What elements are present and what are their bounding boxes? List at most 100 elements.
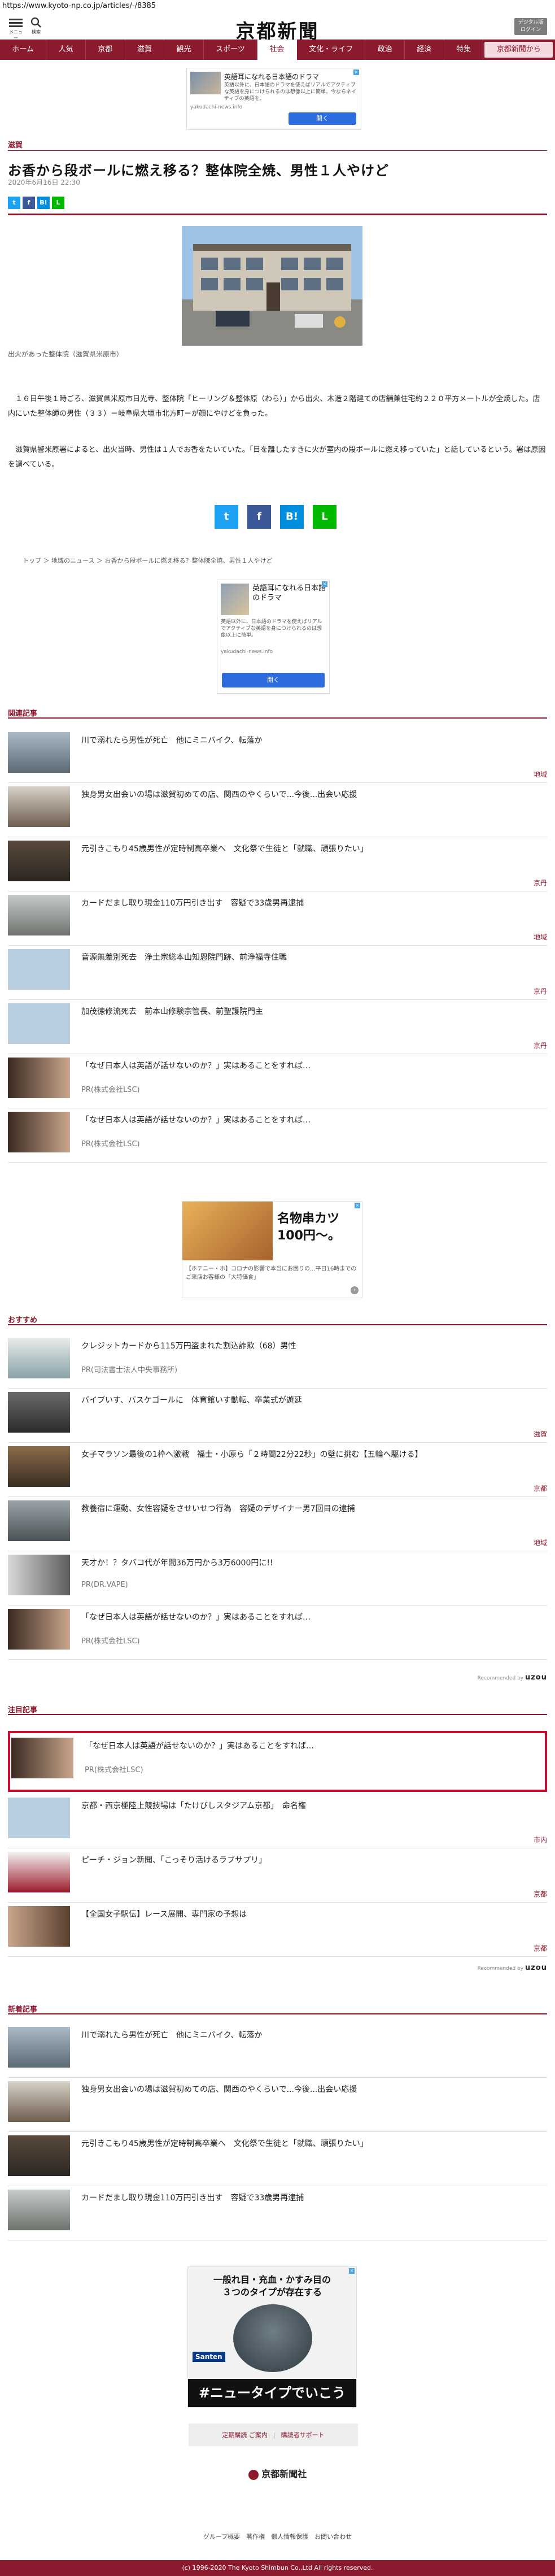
recommended-item[interactable]: クレジットカードから115万円盗まれた割込詐欺（68）男性 PR(司法書士法人中…: [8, 1334, 547, 1389]
item-title[interactable]: 「なぜ日本人は英語が話せないのか？」実はあることをすれば…: [85, 1740, 544, 1751]
latest-item[interactable]: 川で溺れたら男性が死亡 他にミニバイク、転落か: [8, 2024, 547, 2078]
site-logo[interactable]: 京都新聞: [0, 16, 555, 43]
related-item[interactable]: 独身男女出会いの場は滋賀初めての店、関西のやくらいで...今後...出会い応援: [8, 783, 547, 837]
mid-ad[interactable]: × 英語耳になれる日本語のドラマ 英語以外に、日本語のドラマを使えばリアルでアク…: [217, 580, 330, 694]
breadcrumb-current: お香から段ボールに燃え移る？整体院全焼、男性１人やけど: [104, 557, 273, 564]
related-item[interactable]: 音源無差別死去 浄土宗総本山知恩院門跡、前浄福寺住職 京丹: [8, 946, 547, 1000]
support-link[interactable]: 購読者サポート: [281, 2430, 325, 2439]
item-title[interactable]: 独身男女出会いの場は滋賀初めての店、関西のやくらいで...今後...出会い応援: [81, 789, 547, 800]
nav-from-kyoto[interactable]: 京都新聞から: [484, 42, 553, 58]
ad-open-button[interactable]: 開く: [222, 673, 325, 687]
facebook-share-icon[interactable]: f: [247, 505, 271, 529]
featured-item[interactable]: 【全国女子駅伝】レース展開、専門家の予想は 京都: [8, 1903, 547, 1957]
section-divider: [8, 1324, 547, 1325]
item-title[interactable]: 元引きこもり45歳男性が定時制高卒業へ 文化祭で生徒と「就職、頑張りたい」: [81, 2138, 547, 2149]
facebook-icon[interactable]: f: [23, 197, 35, 209]
latest-item[interactable]: 独身男女出会いの場は滋賀初めての店、関西のやくらいで...今後...出会い応援: [8, 2078, 547, 2132]
item-title[interactable]: 加茂徳修流死去 前本山修験宗管長、前聖護院門主: [81, 1006, 547, 1017]
latest-item[interactable]: カードだまし取り現金110万円引き出す 容疑で33歳男再逮捕: [8, 2186, 547, 2240]
item-title[interactable]: ピーチ・ジョン新聞、「こっそり活けるラブサプリ」: [81, 1854, 547, 1865]
thumbnail: [8, 895, 70, 935]
featured-item[interactable]: 京都・西京極陸上競技場は「たけびしスタジアム京都」 命名権 市内: [8, 1794, 547, 1848]
item-title[interactable]: 京都・西京極陸上競技場は「たけびしスタジアム京都」 命名権: [81, 1800, 547, 1811]
thumbnail: [8, 949, 70, 990]
item-tag: 京丹: [533, 1042, 547, 1050]
line-icon[interactable]: L: [52, 197, 64, 209]
uzou-logo: uzou: [525, 1964, 547, 1972]
featured-item[interactable]: ピーチ・ジョン新聞、「こっそり活けるラブサプリ」 京都: [8, 1848, 547, 1903]
site-header: メニュー 検索 京都新聞 デジタル版 ログイン: [0, 12, 555, 43]
url-bar[interactable]: https://www.kyoto-np.co.jp/articles/-/83…: [0, 0, 555, 12]
top-ad[interactable]: × 英語耳になれる日本語のドラマ 英語以外に、日本語のドラマを使えばリアルでアク…: [186, 68, 361, 130]
item-title[interactable]: 川で溺れたら男性が死亡 他にミニバイク、転落か: [81, 2029, 547, 2040]
thumbnail: [8, 1609, 70, 1650]
item-title[interactable]: 天才か！？タバコ代が年間36万円から3万6000円に!!: [81, 1557, 547, 1568]
article-category[interactable]: 滋賀: [8, 139, 23, 150]
food-ad[interactable]: × 名物串カツ100円〜。 【ホテニー・ホ】コロナの影響で本当にお困りの...平…: [182, 1201, 362, 1298]
item-title[interactable]: 川で溺れたら男性が死亡 他にミニバイク、転落か: [81, 734, 547, 746]
twitter-icon[interactable]: t: [8, 197, 20, 209]
item-title[interactable]: バイブいす、バスケゴールに 体育館いす動転、卒業式が遊延: [81, 1394, 547, 1406]
ad-close-icon[interactable]: ×: [355, 1203, 360, 1208]
item-title[interactable]: 「なぜ日本人は英語が話せないのか？」実はあることをすれば…: [81, 1611, 547, 1622]
related-pr-item[interactable]: 「なぜ日本人は英語が話せないのか？」実はあることをすれば… PR(株式会社LSC…: [8, 1108, 547, 1163]
item-tag: 地域: [533, 771, 547, 778]
item-title[interactable]: 音源無差別死去 浄土宗総本山知恩院門跡、前浄福寺住職: [81, 951, 547, 963]
footer-logo[interactable]: 京都新聞社: [0, 2466, 555, 2480]
hatena-icon[interactable]: B!: [37, 197, 50, 209]
ad-close-icon[interactable]: ×: [353, 69, 359, 75]
ad-close-icon[interactable]: ×: [322, 581, 327, 587]
ad-title: 名物串カツ100円〜。: [277, 1212, 340, 1243]
digital-login-button[interactable]: デジタル版 ログイン: [514, 18, 547, 35]
footer-links[interactable]: グループ概要 著作権 個人情報保護 お問い合わせ: [0, 2532, 555, 2541]
thumbnail: [8, 1338, 70, 1378]
subscription-link[interactable]: 定期購読 ご案内: [222, 2430, 268, 2439]
twitter-share-icon[interactable]: t: [215, 505, 238, 529]
related-item[interactable]: カードだまし取り現金110万円引き出す 容疑で33歳男再逮捕 地域: [8, 891, 547, 946]
item-title[interactable]: 「なぜ日本人は英語が話せないのか？」実はあることをすれば…: [81, 1060, 547, 1071]
item-title[interactable]: カードだまし取り現金110万円引き出す 容疑で33歳男再逮捕: [81, 2192, 547, 2203]
item-title[interactable]: 教養宿に運動、女性容疑をさせいせつ行為 容疑のデザイナー男7回目の逮捕: [81, 1503, 547, 1514]
recommended-pr-item[interactable]: 天才か！？タバコ代が年間36万円から3万6000円に!! PR(DR.VAPE): [8, 1551, 547, 1605]
item-tag: 京都: [533, 1485, 547, 1492]
line-share-icon[interactable]: L: [313, 505, 337, 529]
hatena-share-icon[interactable]: B!: [280, 505, 304, 529]
powered-by-label: Recommended by: [477, 1966, 524, 1972]
ad-close-icon[interactable]: ×: [349, 2268, 355, 2274]
featured-pr-item[interactable]: 「なぜ日本人は英語が話せないのか？」実はあることをすれば… PR(株式会社LSC…: [11, 1734, 544, 1789]
section-divider: [8, 1714, 547, 1715]
item-title[interactable]: 「なぜ日本人は英語が話せないのか？」実はあることをすれば…: [81, 1114, 547, 1125]
ad-open-button[interactable]: 開く: [289, 112, 356, 125]
photo-caption: 出火があった整体院（滋賀県米原市）: [8, 350, 124, 358]
thumbnail: [8, 1446, 70, 1487]
breadcrumb: トップ ＞ 地域のニュース ＞ お香から段ボールに燃え移る？整体院全焼、男性１人…: [23, 557, 273, 564]
item-title[interactable]: 元引きこもり45歳男性が定時制高卒業へ 文化祭で生徒と「就職、頑張りたい」: [81, 843, 547, 854]
related-item[interactable]: 元引きこもり45歳男性が定時制高卒業へ 文化祭で生徒と「就職、頑張りたい」 京丹: [8, 837, 547, 891]
recommended-item[interactable]: 教養宿に運動、女性容疑をさせいせつ行為 容疑のデザイナー男7回目の逮捕 地域: [8, 1497, 547, 1551]
ad-desc: 英語以外に、日本語のドラマを使えばリアルでアクティブな英語を身につけられるのは想…: [221, 619, 322, 638]
item-title[interactable]: クレジットカードから115万円盗まれた割込詐欺（68）男性: [81, 1340, 547, 1351]
chevron-right-icon[interactable]: ›: [351, 1286, 359, 1294]
breadcrumb-local[interactable]: 地域のニュース: [51, 557, 94, 564]
bottom-ad[interactable]: × 一般れ目・充血・かすみ目の ３つのタイプが存在する Santen #ニュータ…: [187, 2266, 357, 2408]
related-item[interactable]: 川で溺れたら男性が死亡 他にミニバイク、転落か 地域: [8, 729, 547, 783]
item-tag: 京都: [533, 1890, 547, 1898]
recommended-item[interactable]: バイブいす、バスケゴールに 体育館いす動転、卒業式が遊延 滋賀: [8, 1389, 547, 1443]
recommended-item[interactable]: 女子マラソン最後の1枠へ激戦 福士・小原ら「２時間22分22秒」の壁に挑む【五輪…: [8, 1443, 547, 1497]
item-sponsor: PR(株式会社LSC): [81, 1140, 140, 1148]
ad-image: [182, 1202, 273, 1260]
related-pr-item[interactable]: 「なぜ日本人は英語が話せないのか？」実はあることをすれば… PR(株式会社LSC…: [8, 1054, 547, 1108]
latest-item[interactable]: 元引きこもり45歳男性が定時制高卒業へ 文化祭で生徒と「就職、頑張りたい」: [8, 2132, 547, 2186]
powered-by[interactable]: Recommended by uzou: [478, 1964, 547, 1972]
item-title[interactable]: 独身男女出会いの場は滋賀初めての店、関西のやくらいで...今後...出会い応援: [81, 2083, 547, 2095]
ad-source: yakudachi-news.info: [190, 105, 243, 110]
item-title[interactable]: カードだまし取り現金110万円引き出す 容疑で33歳男再逮捕: [81, 897, 547, 908]
related-item[interactable]: 加茂徳修流死去 前本山修験宗管長、前聖護院門主 京丹: [8, 1000, 547, 1054]
breadcrumb-top[interactable]: トップ: [23, 557, 41, 564]
section-divider: [8, 2013, 547, 2014]
thumbnail: [8, 2135, 70, 2176]
recommended-pr-item[interactable]: 「なぜ日本人は英語が話せないのか？」実はあることをすれば… PR(株式会社LSC…: [8, 1605, 547, 1660]
item-title[interactable]: 女子マラソン最後の1枠へ激戦 福士・小原ら「２時間22分22秒」の壁に挑む【五輪…: [81, 1448, 547, 1460]
powered-by[interactable]: Recommended by uzou: [478, 1673, 547, 1682]
item-title[interactable]: 【全国女子駅伝】レース展開、専門家の予想は: [81, 1908, 547, 1920]
